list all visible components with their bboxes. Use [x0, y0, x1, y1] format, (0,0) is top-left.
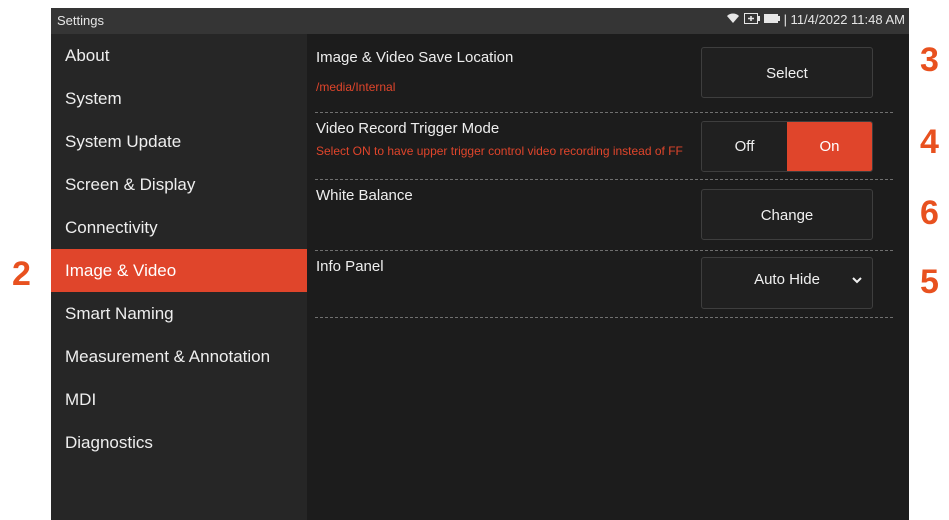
- status-indicators: | 11/4/2022 11:48 AM: [726, 12, 905, 27]
- sidebar-item-diagnostics[interactable]: Diagnostics: [51, 421, 307, 464]
- setting-row-save-location: Image & Video Save Location /media/Inter…: [315, 34, 893, 113]
- callout-2: 2: [12, 255, 31, 293]
- sidebar-item-system-update[interactable]: System Update: [51, 120, 307, 163]
- change-white-balance-button[interactable]: Change: [701, 189, 873, 240]
- info-panel-value: Auto Hide: [754, 271, 820, 288]
- setting-row-trigger-mode: Video Record Trigger Mode Select ON to h…: [315, 112, 893, 180]
- setting-row-info-panel: Info Panel Auto Hide: [315, 251, 893, 318]
- trigger-mode-toggle[interactable]: Off On: [701, 121, 873, 172]
- status-datetime: | 11/4/2022 11:48 AM: [783, 12, 905, 27]
- callout-5: 5: [920, 263, 939, 301]
- callout-4: 4: [920, 123, 939, 161]
- sidebar-item-screen-display[interactable]: Screen & Display: [51, 163, 307, 206]
- status-bar: Settings | 11/4/2022 11:48 AM: [51, 8, 909, 34]
- save-location-label: Image & Video Save Location: [316, 49, 514, 66]
- device-screen: Settings | 11/4/2022 11:48 AM About Syst…: [51, 8, 909, 520]
- info-panel-select[interactable]: Auto Hide: [701, 257, 873, 309]
- sidebar-item-smart-naming[interactable]: Smart Naming: [51, 292, 307, 335]
- sidebar-item-connectivity[interactable]: Connectivity: [51, 206, 307, 249]
- trigger-mode-label: Video Record Trigger Mode: [316, 120, 500, 137]
- trigger-on-option[interactable]: On: [787, 122, 872, 171]
- battery-icon: [763, 12, 780, 27]
- info-panel-label: Info Panel: [316, 258, 384, 275]
- sidebar-item-measurement-annotation[interactable]: Measurement & Annotation: [51, 335, 307, 378]
- window-title: Settings: [57, 13, 104, 28]
- battery-plug-icon: [743, 12, 760, 27]
- save-location-value: /media/Internal: [316, 80, 396, 94]
- sidebar-item-image-video[interactable]: Image & Video: [51, 249, 307, 292]
- sidebar-item-about[interactable]: About: [51, 34, 307, 77]
- setting-row-white-balance: White Balance Change: [315, 180, 893, 251]
- settings-panel: Image & Video Save Location /media/Inter…: [307, 34, 909, 520]
- trigger-mode-description: Select ON to have upper trigger control …: [316, 144, 683, 158]
- settings-sidebar: About System System Update Screen & Disp…: [51, 34, 307, 520]
- sidebar-item-system[interactable]: System: [51, 77, 307, 120]
- white-balance-label: White Balance: [316, 187, 413, 204]
- select-location-button[interactable]: Select: [701, 47, 873, 98]
- callout-3: 3: [920, 41, 939, 79]
- callout-6: 6: [920, 194, 939, 232]
- chevron-down-icon: [852, 258, 862, 302]
- sidebar-item-mdi[interactable]: MDI: [51, 378, 307, 421]
- trigger-off-option[interactable]: Off: [702, 122, 787, 171]
- wifi-icon: [726, 12, 740, 27]
